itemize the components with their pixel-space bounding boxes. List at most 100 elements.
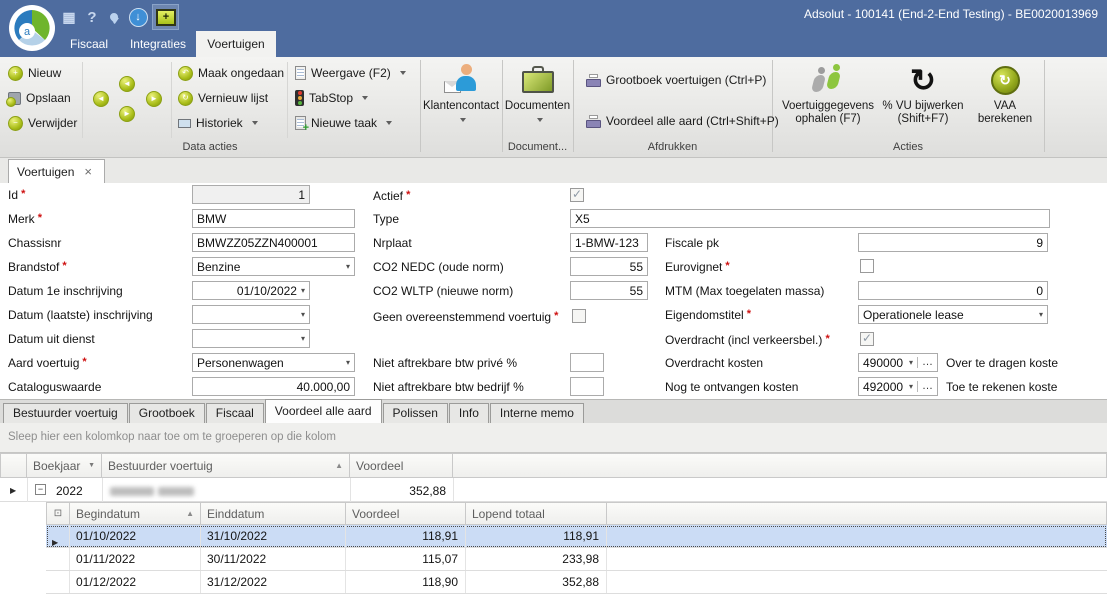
column-header-detail-voordeel[interactable]: Voordeel bbox=[346, 502, 466, 525]
adsolut-logo-image: a bbox=[8, 4, 56, 52]
grid-line bbox=[102, 478, 103, 502]
column-header-lopend-totaal[interactable]: Lopend totaal bbox=[466, 502, 607, 525]
verwijder-button[interactable]: − Verwijder bbox=[8, 114, 77, 132]
vernieuw-lijst-button[interactable]: ↻ Vernieuw lijst bbox=[178, 89, 268, 107]
voordeel-alle-aard-print-button[interactable]: Voordeel alle aard (Ctrl+Shift+P) bbox=[586, 112, 779, 130]
ellipsis-button[interactable]: … bbox=[917, 381, 933, 392]
mtm-field[interactable] bbox=[858, 281, 1048, 300]
add-icon[interactable]: + bbox=[156, 7, 176, 27]
chevron-down-icon bbox=[537, 118, 543, 122]
nog-te-ontvangen-value: 492000 bbox=[863, 380, 905, 394]
column-header-boekjaar[interactable]: Boekjaar ▼ bbox=[27, 453, 102, 478]
person-gray-head bbox=[818, 67, 825, 74]
tab-fiscaal[interactable]: Fiscaal bbox=[206, 403, 264, 423]
tab-grootboek[interactable]: Grootboek bbox=[129, 403, 205, 423]
group-by-panel[interactable]: Sleep hier een kolomkop naar toe om te g… bbox=[0, 423, 1107, 453]
type-field[interactable] bbox=[570, 209, 1050, 228]
column-header-voordeel[interactable]: Voordeel bbox=[350, 453, 453, 478]
cell-einddatum: 31/10/2022 bbox=[201, 525, 346, 547]
person-gray-body bbox=[811, 75, 826, 92]
tab-polissen[interactable]: Polissen bbox=[383, 403, 448, 423]
id-field[interactable] bbox=[192, 185, 310, 204]
eurovignet-checkbox[interactable]: ✓ bbox=[860, 259, 874, 273]
group-separator bbox=[772, 60, 773, 152]
document-tab-voertuigen[interactable]: Voertuigen × bbox=[8, 159, 105, 183]
aard-voertuig-value: Personenwagen bbox=[197, 356, 342, 370]
chassisnr-field[interactable] bbox=[192, 233, 355, 252]
tab-info[interactable]: Info bbox=[449, 403, 489, 423]
ellipsis-button[interactable]: … bbox=[917, 357, 933, 368]
datum-laatste-datepicker[interactable]: ▾ bbox=[192, 305, 310, 324]
geen-overeenstemmend-checkbox[interactable]: ✓ bbox=[572, 309, 586, 323]
nav-first-button[interactable]: ◄ bbox=[93, 91, 109, 107]
document-tab-label: Voertuigen bbox=[17, 165, 74, 179]
nav-next-button[interactable]: ► bbox=[119, 106, 135, 122]
detail-row-1[interactable]: ▶ 01/10/2022 31/10/2022 118,91 118,91 bbox=[46, 525, 1107, 548]
detail-row-2[interactable]: 01/11/2022 30/11/2022 115,07 233,98 bbox=[46, 548, 1107, 571]
aard-voertuig-select[interactable]: Personenwagen ▾ bbox=[192, 353, 355, 372]
grootboek-voertuigen-button[interactable]: Grootboek voertuigen (Ctrl+P) bbox=[586, 71, 766, 89]
overdracht-kosten-combo[interactable]: 490000 ▾ … bbox=[858, 353, 938, 372]
cataloguswaarde-field[interactable] bbox=[192, 377, 355, 396]
klantencontact-button[interactable]: Klantencontact bbox=[421, 62, 501, 126]
close-icon[interactable]: × bbox=[84, 165, 92, 178]
nrplaat-field[interactable] bbox=[570, 233, 648, 252]
vu-bijwerken-button[interactable]: ↻ % VU bijwerken (Shift+F7) bbox=[880, 62, 966, 126]
co2-wltp-field[interactable] bbox=[570, 281, 648, 300]
btw-prive-field[interactable] bbox=[570, 353, 604, 372]
nog-te-ontvangen-combo[interactable]: 492000 ▾ … bbox=[858, 377, 938, 396]
nieuwe-taak-button[interactable]: + Nieuwe taak bbox=[295, 114, 392, 132]
begindatum-header-label: Begindatum bbox=[76, 507, 140, 521]
column-header-einddatum[interactable]: Einddatum bbox=[201, 502, 346, 525]
ribbon-tab-fiscaal[interactable]: Fiscaal bbox=[58, 31, 120, 57]
pin-icon[interactable] bbox=[104, 7, 122, 27]
chevron-down-icon: ▾ bbox=[301, 310, 305, 319]
nieuw-button[interactable]: + Nieuw bbox=[8, 64, 61, 82]
actief-checkbox[interactable]: ✓ bbox=[570, 188, 584, 202]
documenten-button[interactable]: Documenten bbox=[503, 62, 572, 126]
detail-row-3[interactable]: 01/12/2022 31/12/2022 118,90 352,88 bbox=[46, 571, 1107, 594]
column-header-bestuurder[interactable]: Bestuurder voertuig ▲ bbox=[102, 453, 350, 478]
nav-previous-button[interactable]: ◄ bbox=[119, 76, 135, 92]
maak-ongedaan-button[interactable]: ↶ Maak ongedaan bbox=[178, 64, 284, 82]
group-label-document: Document... bbox=[502, 141, 573, 153]
datum-uit-label: Datum uit dienst bbox=[8, 332, 95, 346]
help-icon[interactable]: ? bbox=[85, 7, 99, 27]
fiscale-pk-field[interactable] bbox=[858, 233, 1048, 252]
vaa-berekenen-button[interactable]: ↻ VAA berekenen bbox=[966, 62, 1044, 126]
download-icon[interactable]: ↓ bbox=[128, 7, 148, 27]
ribbon-tab-voertuigen[interactable]: Voertuigen bbox=[196, 31, 276, 57]
cell-begindatum: 01/12/2022 bbox=[70, 571, 201, 593]
ribbon-tab-integraties[interactable]: Integraties bbox=[122, 31, 194, 57]
adsolut-logo[interactable]: a bbox=[8, 4, 56, 52]
voertuiggegevens-ophalen-button[interactable]: Voertuiggegevens ophalen (F7) bbox=[776, 62, 880, 126]
eigendomstitel-select[interactable]: Operationele lease ▾ bbox=[858, 305, 1048, 324]
sort-asc-icon: ▲ bbox=[335, 461, 343, 470]
weergave-button[interactable]: Weergave (F2) bbox=[295, 64, 406, 82]
overdracht-checkbox[interactable]: ✓ bbox=[860, 332, 874, 346]
opslaan-button[interactable]: Opslaan bbox=[8, 89, 71, 107]
filter-icon[interactable]: ▼ bbox=[88, 462, 95, 469]
calculator-icon[interactable]: ▦ bbox=[60, 7, 78, 27]
traffic-orange bbox=[298, 96, 302, 100]
detail-grid-corner[interactable]: ⊡ bbox=[46, 502, 70, 525]
documents-icon bbox=[522, 66, 554, 94]
customer-contact-icon bbox=[444, 63, 478, 97]
datum-1e-datepicker[interactable]: 01/10/2022 ▾ bbox=[192, 281, 310, 300]
co2-nedc-label: CO2 NEDC (oude norm) bbox=[373, 260, 504, 274]
historiek-button[interactable]: Historiek bbox=[178, 114, 258, 132]
co2-nedc-field[interactable] bbox=[570, 257, 648, 276]
new-task-icon: + bbox=[295, 116, 306, 130]
merk-field[interactable] bbox=[192, 209, 355, 228]
grootboek-voertuigen-label: Grootboek voertuigen (Ctrl+P) bbox=[606, 73, 766, 87]
datum-uit-datepicker[interactable]: ▾ bbox=[192, 329, 310, 348]
nav-last-button[interactable]: ► bbox=[146, 91, 162, 107]
tabstop-button[interactable]: TabStop bbox=[295, 89, 368, 107]
btw-bedrijf-field[interactable] bbox=[570, 377, 604, 396]
tab-interne-memo[interactable]: Interne memo bbox=[490, 403, 584, 423]
tab-voordeel-alle-aard[interactable]: Voordeel alle aard bbox=[265, 399, 382, 423]
tab-bestuurder-voertuig[interactable]: Bestuurder voertuig bbox=[3, 403, 128, 423]
brandstof-select[interactable]: Benzine ▾ bbox=[192, 257, 355, 276]
collapse-group-button[interactable]: − bbox=[35, 484, 46, 495]
column-header-begindatum[interactable]: Begindatum ▲ bbox=[70, 502, 201, 525]
